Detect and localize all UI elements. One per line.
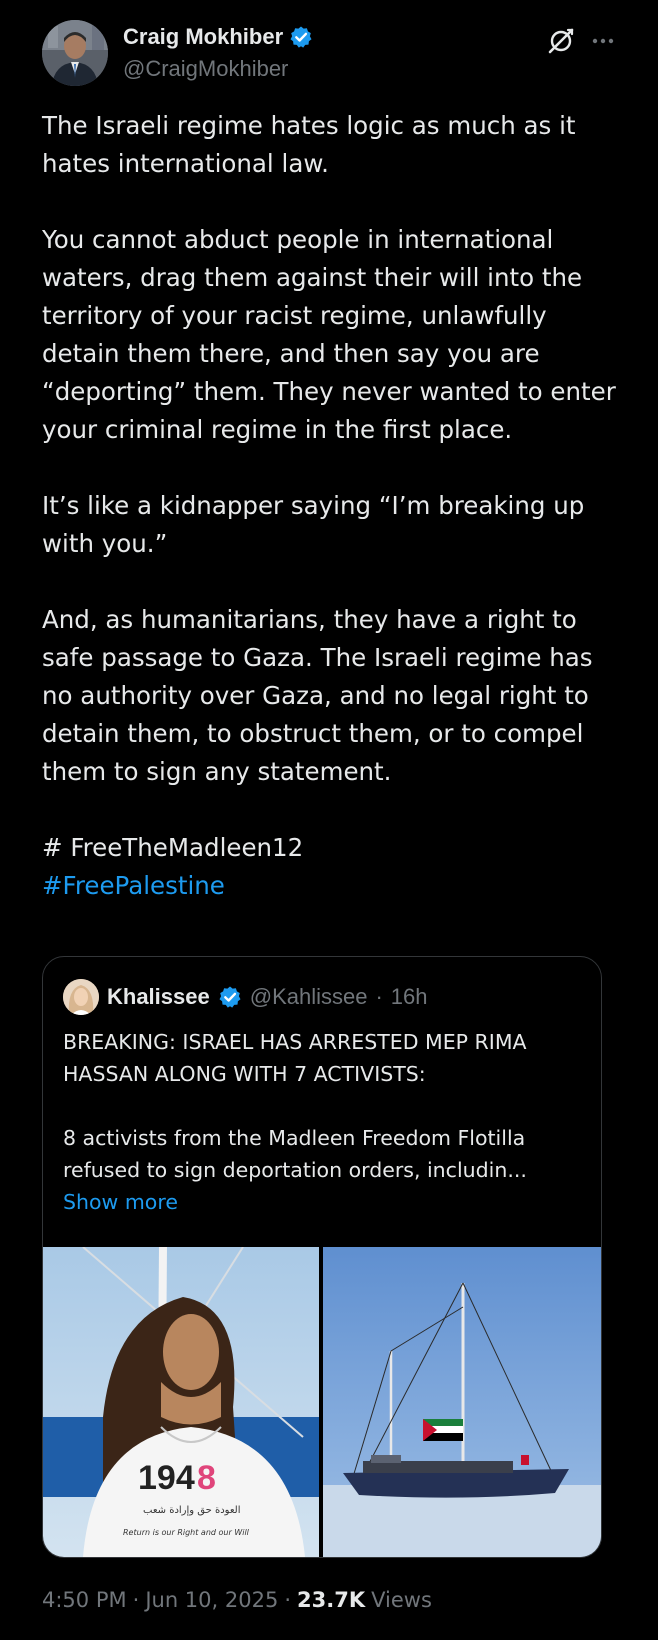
show-more-link[interactable]: Show more bbox=[63, 1190, 178, 1214]
author-avatar[interactable] bbox=[42, 20, 108, 86]
separator-dot: · bbox=[375, 984, 383, 1009]
separator-dot: · bbox=[284, 1588, 292, 1612]
post-paragraph: It’s like a kidnapper saying “I’m breaki… bbox=[42, 491, 585, 558]
hashtag-text: # FreeTheMadleen12 bbox=[42, 833, 304, 862]
post-paragraph: And, as humanitarians, they have a right… bbox=[42, 605, 593, 786]
verified-badge-icon bbox=[289, 25, 313, 49]
post-footer: 4:50 PM · Jun 10, 2025 · 23.7K Views bbox=[42, 1588, 432, 1612]
quote-photo-boat[interactable] bbox=[323, 1247, 601, 1557]
quote-author-handle: @Kahlissee bbox=[249, 984, 368, 1009]
shirt-number-pink: 8 bbox=[197, 1459, 216, 1497]
grok-icon[interactable] bbox=[546, 26, 576, 56]
shirt-number-black: 194 bbox=[138, 1459, 195, 1497]
post-date[interactable]: Jun 10, 2025 bbox=[145, 1588, 278, 1612]
quote-paragraph: 8 activists from the Madleen Freedom Flo… bbox=[63, 1126, 527, 1182]
views-count: 23.7K bbox=[297, 1588, 366, 1612]
author-name-row: Craig Mokhiber bbox=[123, 24, 313, 50]
post-paragraph: The Israeli regime hates logic as much a… bbox=[42, 111, 576, 178]
quote-photo-activist[interactable]: 194 8 العودة حق وإرادة شعب Return is our… bbox=[43, 1247, 319, 1557]
views-label: Views bbox=[371, 1588, 432, 1612]
post-text: The Israeli regime hates logic as much a… bbox=[42, 107, 620, 905]
shirt-arabic-text: العودة حق وإرادة شعب bbox=[143, 1505, 241, 1516]
post-paragraph: You cannot abduct people in internationa… bbox=[42, 225, 616, 444]
quoted-post[interactable]: Khalissee @Kahlissee · 16h BREAKING: ISR… bbox=[42, 956, 602, 1558]
verified-badge-icon bbox=[218, 985, 242, 1009]
separator-dot: · bbox=[132, 1588, 140, 1612]
author-handle[interactable]: @CraigMokhiber bbox=[123, 56, 288, 82]
post-time[interactable]: 4:50 PM bbox=[42, 1588, 127, 1612]
author-name[interactable]: Craig Mokhiber bbox=[123, 24, 283, 50]
quote-header: Khalissee @Kahlissee · 16h bbox=[63, 979, 428, 1015]
shirt-english-text: Return is our Right and our Will bbox=[123, 1528, 250, 1537]
hashtag-link[interactable]: #FreePalestine bbox=[42, 867, 620, 905]
post-header: Craig Mokhiber @CraigMokhiber bbox=[42, 20, 618, 86]
quote-paragraph: BREAKING: ISRAEL HAS ARRESTED MEP RIMA H… bbox=[63, 1030, 527, 1086]
more-options-icon[interactable] bbox=[588, 26, 618, 56]
quote-author-name: Khalissee bbox=[107, 984, 210, 1009]
quote-avatar bbox=[63, 979, 99, 1015]
quote-timestamp: 16h bbox=[390, 984, 428, 1009]
